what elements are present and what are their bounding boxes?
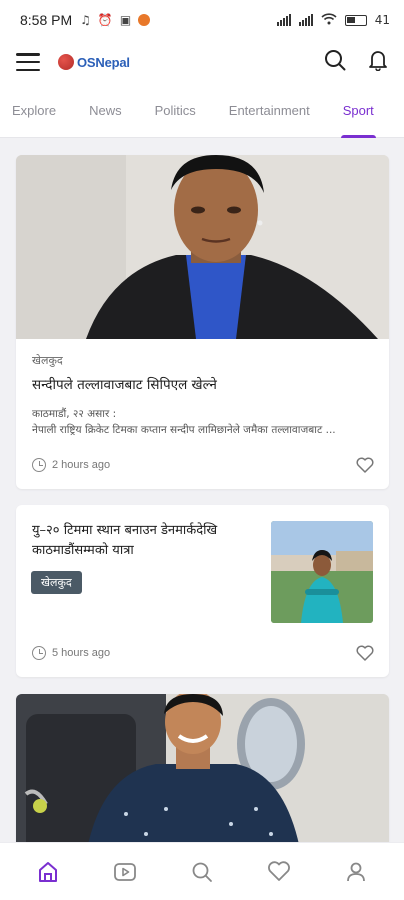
logo-text: OSNepal — [77, 54, 130, 70]
article-title[interactable]: यु–२० टिममा स्थान बनाउन डेनमार्कदेखि काठ… — [32, 521, 258, 561]
nav-favorites-icon[interactable] — [259, 852, 299, 892]
app-screen: 8:58 PM ♫ ⏰ ▣ 41 OSNepal Explore News Po… — [0, 0, 404, 900]
clock-icon — [32, 646, 46, 660]
alarm-icon: ⏰ — [97, 13, 113, 27]
nav-profile-icon[interactable] — [336, 852, 376, 892]
tab-politics[interactable]: Politics — [155, 84, 196, 138]
article-time: 5 hours ago — [52, 647, 111, 659]
article-thumbnail — [271, 521, 373, 623]
bottom-navigation — [0, 842, 404, 900]
tab-news[interactable]: News — [89, 84, 122, 138]
clock-icon — [32, 458, 46, 472]
article-image — [16, 155, 389, 339]
favorite-heart-icon[interactable] — [356, 457, 374, 477]
article-excerpt: नेपाली राष्ट्रिय क्रिकेट टिमका कप्तान सन… — [32, 424, 336, 437]
menu-icon[interactable] — [16, 53, 40, 71]
article-time: 2 hours ago — [52, 459, 111, 471]
article-card[interactable]: यु–२० टिममा स्थान बनाउन डेनमार्कदेखि काठ… — [16, 505, 389, 677]
mute-icon: ♫ — [80, 13, 91, 27]
article-excerpt-dateline: काठमाडौं, २२ असार : — [32, 408, 117, 421]
nav-search-icon[interactable] — [182, 852, 222, 892]
article-title[interactable]: सन्दीपले तल्लावाजबाट सिपिएल खेल्ने — [32, 376, 373, 394]
app-header: OSNepal — [0, 40, 404, 84]
category-tag-button[interactable]: खेलकुद — [31, 571, 82, 594]
article-meta: 2 hours ago — [32, 458, 110, 472]
tab-sport[interactable]: Sport — [340, 84, 376, 138]
article-card[interactable]: खेलकुद सन्दीपले तल्लावाजबाट सिपिएल खेल्न… — [16, 155, 389, 489]
tab-entertainment[interactable]: Entertainment — [229, 84, 310, 138]
category-tabs: Explore News Politics Entertainment Spor… — [0, 84, 404, 138]
battery-icon — [344, 14, 367, 26]
nav-home-icon[interactable] — [28, 852, 68, 892]
article-card[interactable] — [16, 694, 389, 854]
app-logo[interactable]: OSNepal — [58, 54, 130, 70]
article-meta: 5 hours ago — [32, 646, 110, 660]
wifi-icon — [321, 12, 337, 28]
tab-explore[interactable]: Explore — [12, 84, 56, 138]
app-notification-icon: ▣ — [119, 13, 132, 27]
signal-icon-2 — [298, 14, 313, 26]
article-image — [16, 694, 389, 854]
notification-bell-icon[interactable] — [368, 49, 388, 75]
status-time: 8:58 PM — [20, 12, 73, 28]
article-category: खेलकुद — [32, 354, 63, 367]
signal-icon — [276, 14, 291, 26]
notification-icons: ♫ ⏰ ▣ — [80, 13, 151, 27]
status-bar: 8:58 PM ♫ ⏰ ▣ 41 — [0, 0, 404, 40]
logo-globe-icon — [58, 54, 74, 70]
search-icon[interactable] — [324, 49, 346, 75]
nav-video-icon[interactable] — [105, 852, 145, 892]
battery-level: 41 — [374, 13, 390, 27]
favorite-heart-icon[interactable] — [356, 645, 374, 665]
app-badge-icon — [138, 14, 151, 26]
